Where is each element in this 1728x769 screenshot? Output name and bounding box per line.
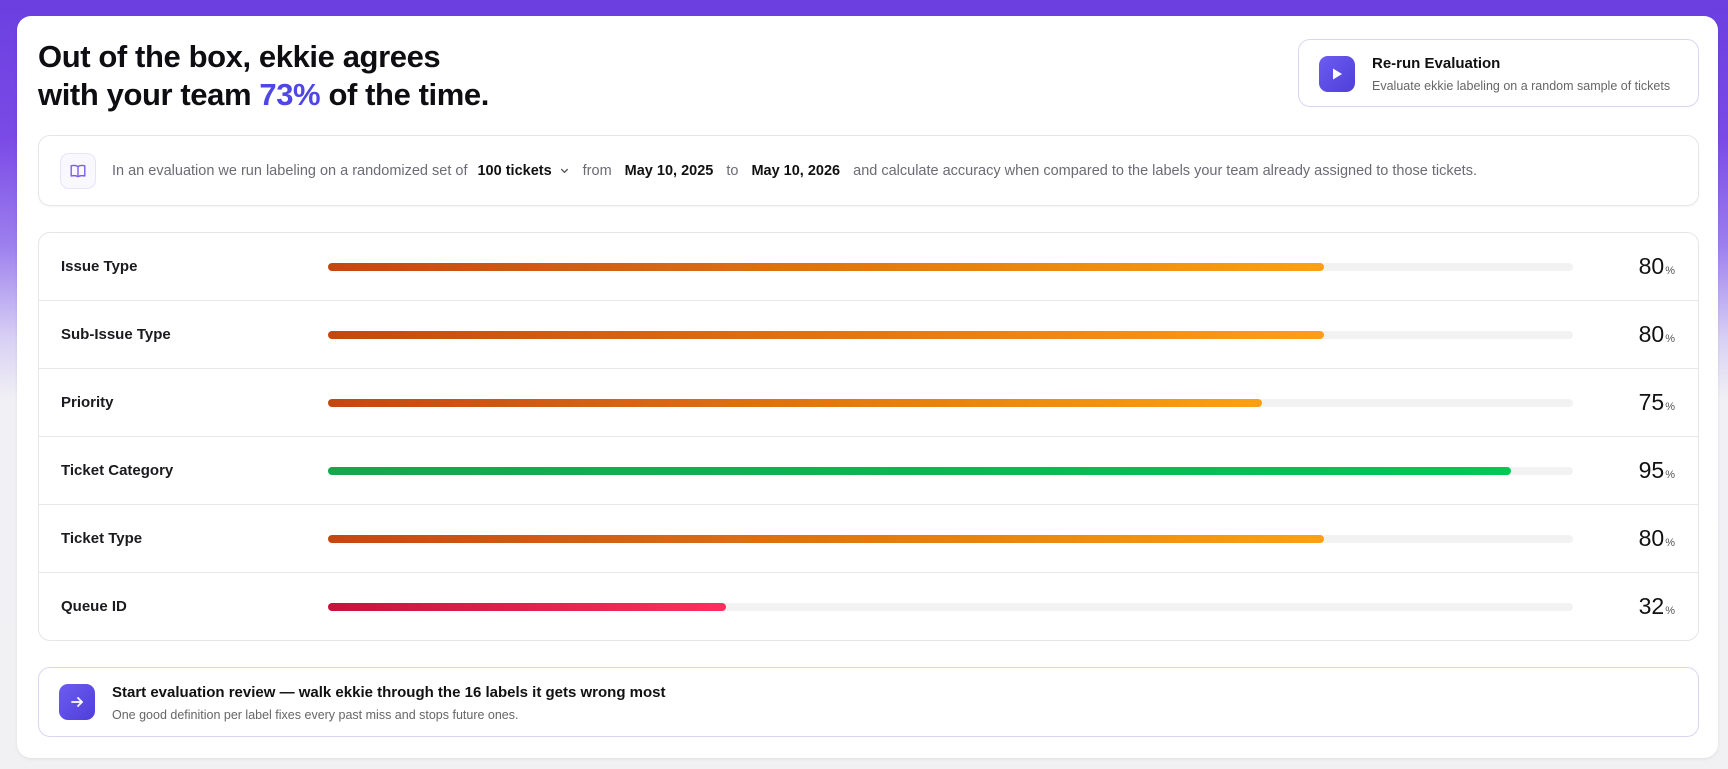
accuracy-bar-fill	[328, 535, 1324, 543]
accuracy-value: 32	[1638, 593, 1665, 619]
accuracy-percent: 80%	[1639, 233, 1675, 305]
accuracy-bar-track	[328, 331, 1573, 339]
review-title: Start evaluation review — walk ekkie thr…	[112, 684, 666, 701]
headline-line-1: Out of the box, ekkie agrees	[38, 39, 441, 74]
row-label: Ticket Category	[61, 462, 174, 479]
accuracy-value: 80	[1638, 253, 1665, 279]
to-date[interactable]: May 10, 2026	[751, 163, 840, 179]
evaluation-card: Out of the box, ekkie agrees with your t…	[17, 16, 1718, 758]
accuracy-bar-fill	[328, 399, 1262, 407]
sample-size-select[interactable]: 100 tickets	[477, 163, 569, 179]
rerun-title: Re-run Evaluation	[1372, 55, 1501, 72]
info-text-before: In an evaluation we run labeling on a ra…	[112, 162, 468, 179]
accuracy-value: 80	[1638, 525, 1665, 551]
row-label: Queue ID	[61, 598, 127, 615]
accuracy-bar-fill	[328, 603, 727, 611]
percent-unit: %	[1665, 537, 1675, 549]
percent-unit: %	[1665, 265, 1675, 277]
page-title: Out of the box, ekkie agrees with your t…	[38, 38, 489, 114]
review-subtitle: One good definition per label fixes ever…	[112, 708, 519, 722]
to-label: to	[726, 162, 739, 179]
from-label: from	[582, 162, 612, 179]
from-date[interactable]: May 10, 2025	[625, 163, 714, 179]
row-label: Ticket Type	[61, 530, 143, 547]
percent-unit: %	[1665, 401, 1675, 413]
headline-line-2: with your team 73% of the time.	[38, 76, 489, 114]
table-row: Issue Type 80%	[39, 233, 1698, 301]
percent-unit: %	[1665, 333, 1675, 345]
row-label: Sub-Issue Type	[61, 326, 171, 343]
table-row: Queue ID 32%	[39, 573, 1698, 640]
arrow-right-icon	[59, 684, 95, 720]
table-row: Sub-Issue Type 80%	[39, 301, 1698, 369]
accuracy-bar-track	[328, 263, 1573, 271]
table-row: Ticket Category 95%	[39, 437, 1698, 505]
accuracy-percent: 95%	[1639, 437, 1675, 509]
accuracy-bar-track	[328, 467, 1573, 475]
accuracy-value: 80	[1638, 321, 1665, 347]
accuracy-bar-track	[328, 535, 1573, 543]
info-text-after: and calculate accuracy when compared to …	[853, 162, 1477, 179]
agreement-percent: 73%	[259, 77, 321, 112]
accuracy-bar-track	[328, 603, 1573, 611]
table-row: Priority 75%	[39, 369, 1698, 437]
row-label: Issue Type	[61, 258, 138, 275]
rerun-subtitle: Evaluate ekkie labeling on a random samp…	[1372, 79, 1671, 93]
book-icon	[60, 152, 96, 189]
percent-unit: %	[1665, 605, 1675, 617]
headline-prefix: with your team	[38, 77, 260, 112]
accuracy-percent: 80%	[1639, 505, 1675, 577]
accuracy-percent: 75%	[1639, 369, 1675, 441]
accuracy-bar-track	[328, 399, 1573, 407]
rerun-evaluation-button[interactable]: Re-run Evaluation Evaluate ekkie labelin…	[1298, 39, 1699, 107]
accuracy-bar-fill	[328, 331, 1324, 339]
sample-size-value: 100 tickets	[477, 162, 552, 179]
accuracy-percent: 80%	[1639, 301, 1675, 373]
play-icon	[1319, 56, 1355, 92]
evaluation-info-bar: In an evaluation we run labeling on a ra…	[38, 135, 1699, 206]
chevron-down-icon	[560, 168, 568, 174]
accuracy-bar-fill	[328, 467, 1511, 475]
accuracy-bar-fill	[328, 263, 1324, 271]
accuracy-percent: 32%	[1638, 573, 1675, 640]
accuracy-table: Issue Type 80% Sub-Issue Type 80% Priority 75…	[38, 232, 1699, 641]
accuracy-value: 95	[1638, 457, 1665, 483]
headline-suffix: of the time.	[320, 77, 489, 112]
accuracy-value: 75	[1638, 389, 1665, 415]
table-row: Ticket Type 80%	[39, 505, 1698, 573]
row-label: Priority	[61, 394, 114, 411]
percent-unit: %	[1665, 469, 1675, 481]
start-evaluation-review-button[interactable]: Start evaluation review — walk ekkie thr…	[38, 667, 1699, 737]
